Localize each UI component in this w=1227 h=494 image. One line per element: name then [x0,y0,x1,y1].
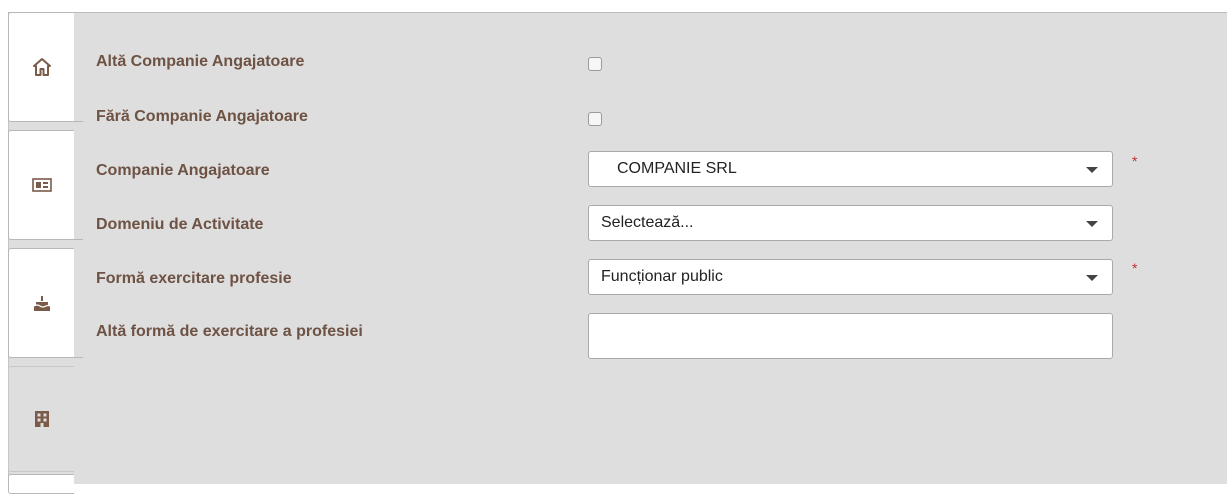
forma-label: Formă exercitare profesie [96,270,292,287]
tab-employment[interactable] [8,366,74,472]
alta-companie-label: Altă Companie Angajatoare [96,53,305,70]
fara-companie-checkbox[interactable] [588,112,602,126]
domeniu-value: Selectează... [601,214,694,231]
alta-forma-input[interactable] [588,313,1113,359]
domeniu-label: Domeniu de Activitate [96,216,264,233]
id-card-icon [31,178,52,192]
companie-label: Companie Angajatoare [96,162,270,179]
home-icon [32,58,51,76]
companie-value: COMPANIE SRL [617,160,737,177]
alta-companie-checkbox[interactable] [588,57,602,71]
form-panel [8,12,1227,484]
required-marker: * [1132,260,1138,276]
chevron-down-icon [1086,275,1098,281]
birthday-cake-icon [33,296,50,311]
forma-value: Funcționar public [601,268,723,285]
tab-birthday[interactable] [8,248,83,358]
building-icon [34,411,49,427]
chevron-down-icon [1086,221,1098,227]
tab-identity[interactable] [8,130,83,240]
domeniu-select[interactable]: Selectează... [588,205,1113,241]
companie-select[interactable]: COMPANIE SRL [588,151,1113,187]
tab-home[interactable] [8,12,83,122]
alta-forma-label: Altă formă de exercitare a profesiei [96,323,363,340]
tab-next[interactable] [8,474,74,494]
forma-select[interactable]: Funcționar public [588,259,1113,295]
chevron-down-icon [1086,167,1098,173]
fara-companie-label: Fără Companie Angajatoare [96,108,308,125]
required-marker: * [1132,153,1138,169]
